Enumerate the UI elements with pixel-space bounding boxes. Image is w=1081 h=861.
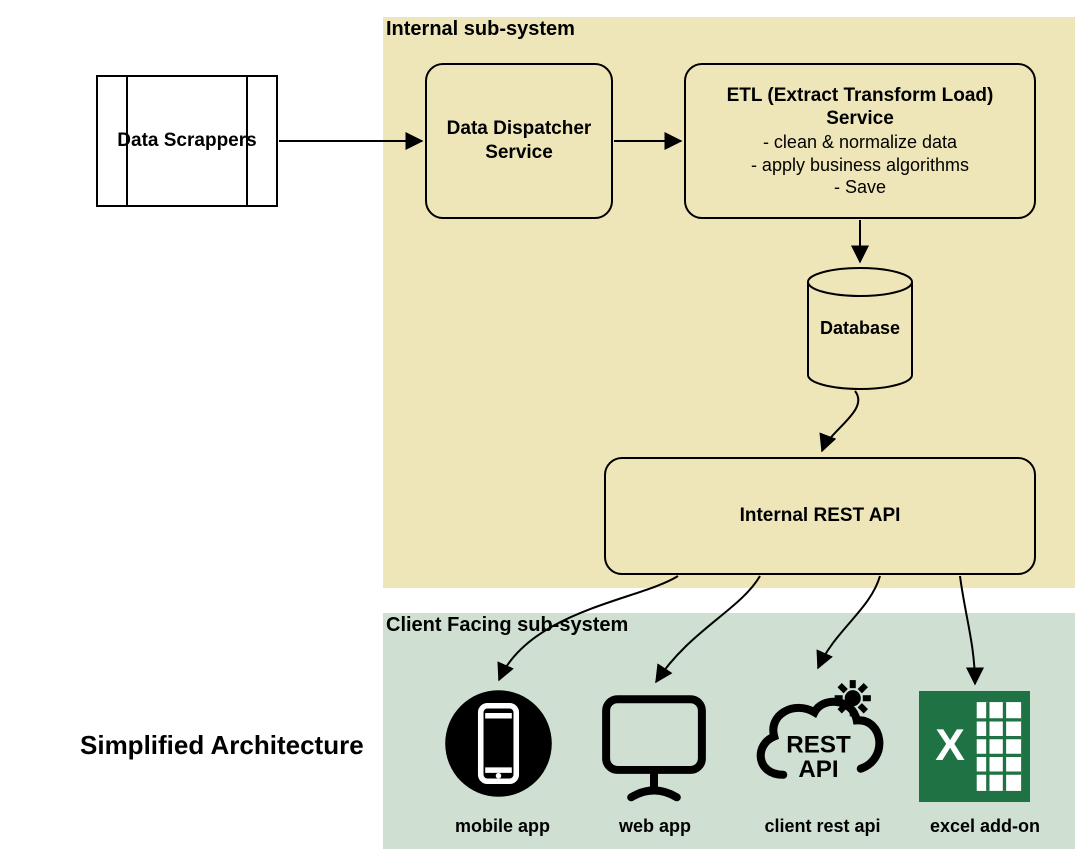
client-rest-api-label: client rest api <box>740 816 905 837</box>
node-data-dispatcher-label: Data Dispatcher Service <box>433 117 605 165</box>
svg-text:API: API <box>798 756 838 783</box>
node-etl-service: ETL (Extract Transform Load) Service - c… <box>684 63 1036 219</box>
diagram-title: Simplified Architecture <box>80 730 364 761</box>
web-app-label: web app <box>590 816 720 837</box>
web-app-icon <box>597 690 711 802</box>
node-data-scrappers: Data Scrappers <box>96 75 278 207</box>
node-etl-line3: - Save <box>834 176 886 199</box>
mobile-app-icon <box>443 688 554 799</box>
node-internal-rest-api-label: Internal REST API <box>740 504 901 528</box>
svg-text:X: X <box>935 721 965 770</box>
node-data-dispatcher: Data Dispatcher Service <box>425 63 613 219</box>
client-rest-api-icon: REST API <box>748 674 889 799</box>
internal-subsystem-label: Internal sub-system <box>386 18 575 41</box>
svg-text:REST: REST <box>786 732 851 759</box>
node-etl-line1: - clean & normalize data <box>763 131 957 154</box>
node-data-scrappers-label: Data Scrappers <box>117 129 256 153</box>
node-internal-rest-api: Internal REST API <box>604 457 1036 575</box>
node-etl-title: ETL (Extract Transform Load) Service <box>692 84 1028 132</box>
node-etl-line2: - apply business algorithms <box>751 154 969 177</box>
excel-addon-icon: X <box>919 691 1030 802</box>
client-subsystem-label: Client Facing sub-system <box>386 614 628 637</box>
excel-addon-label: excel add-on <box>910 816 1060 837</box>
mobile-app-label: mobile app <box>430 816 575 837</box>
node-database-label: Database <box>806 318 914 339</box>
